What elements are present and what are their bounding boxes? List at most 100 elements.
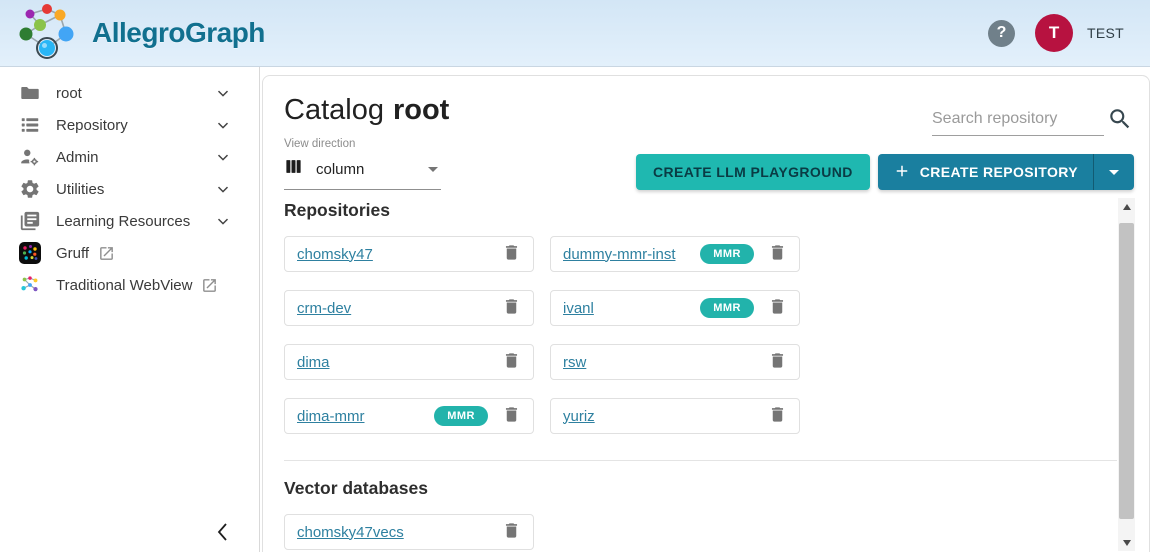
repository-link[interactable]: chomsky47vecs bbox=[297, 524, 404, 541]
repository-link[interactable]: dima-mmr bbox=[297, 408, 365, 425]
sidebar-item-root[interactable]: root bbox=[0, 77, 259, 109]
create-repository-dropdown[interactable] bbox=[1094, 154, 1134, 190]
repository-link[interactable]: rsw bbox=[563, 354, 586, 371]
section-divider bbox=[284, 460, 1117, 461]
section-heading: Repositories bbox=[284, 200, 390, 220]
repository-link[interactable]: dima bbox=[297, 354, 330, 371]
delete-repository-button[interactable] bbox=[502, 243, 521, 265]
repository-card: dima bbox=[284, 344, 534, 380]
main-area: Catalogroot View direction bbox=[260, 67, 1150, 552]
folder-icon bbox=[18, 81, 42, 105]
plus-icon bbox=[893, 162, 911, 183]
repository-grid: chomsky47vecs bbox=[284, 514, 1117, 550]
search-icon[interactable] bbox=[1107, 106, 1133, 137]
delete-repository-button[interactable] bbox=[502, 297, 521, 319]
sidebar-item-learning-resources[interactable]: Learning Resources bbox=[0, 205, 259, 237]
sidebar-item-label: Learning Resources bbox=[56, 212, 191, 230]
scroll-down-button[interactable] bbox=[1118, 534, 1135, 551]
repository-card: dima-mmr MMR bbox=[284, 398, 534, 434]
sidebar-item-label: Repository bbox=[56, 116, 128, 134]
sidebar-menu: root Repository Admin Utilities Learning Res… bbox=[0, 77, 259, 301]
repository-card: crm-dev bbox=[284, 290, 534, 326]
allegrograph-logo-icon bbox=[12, 2, 84, 65]
repository-icon bbox=[18, 113, 42, 137]
search-input[interactable] bbox=[932, 108, 1104, 136]
scroll-up-button[interactable] bbox=[1118, 198, 1135, 215]
sidebar-link-label: Gruff bbox=[56, 244, 90, 262]
repository-card: dummy-mmr-inst MMR bbox=[550, 236, 800, 272]
gear-icon bbox=[18, 177, 42, 201]
delete-icon bbox=[768, 351, 787, 373]
collapse-sidebar-button[interactable] bbox=[212, 519, 234, 550]
repository-link[interactable]: chomsky47 bbox=[297, 246, 373, 263]
scrollbar[interactable] bbox=[1118, 198, 1135, 551]
delete-repository-button[interactable] bbox=[768, 243, 787, 265]
chevron-down-icon bbox=[214, 212, 232, 230]
mmr-badge: MMR bbox=[700, 298, 754, 318]
delete-icon bbox=[502, 297, 521, 319]
chevron-down-icon bbox=[214, 116, 232, 134]
create-llm-playground-button[interactable]: CREATE LLM PLAYGROUND bbox=[636, 154, 870, 190]
repository-link[interactable]: crm-dev bbox=[297, 300, 351, 317]
delete-repository-button[interactable] bbox=[502, 521, 521, 543]
sidebar-item-label: Admin bbox=[56, 148, 99, 166]
sidebar-link-traditional-webview[interactable]: Traditional WebView bbox=[0, 269, 259, 301]
library-icon bbox=[18, 209, 42, 233]
sections: Repositories chomsky47 crm-dev dima dima-mmr… bbox=[263, 198, 1149, 552]
mmr-badge: MMR bbox=[700, 244, 754, 264]
catalog-name: root bbox=[392, 94, 450, 126]
delete-repository-button[interactable] bbox=[502, 405, 521, 427]
app-header: AllegroGraph ? T TEST bbox=[0, 0, 1150, 67]
repository-link[interactable]: ivanl bbox=[563, 300, 594, 317]
chevron-down-icon bbox=[214, 84, 232, 102]
sidebar-link-label: Traditional WebView bbox=[56, 276, 193, 294]
repository-grid: chomsky47 crm-dev dima dima-mmr MMR dummy-mmr… bbox=[284, 236, 1117, 434]
create-repository-button[interactable]: CREATE REPOSITORY bbox=[877, 154, 1134, 190]
sidebar-item-label: Utilities bbox=[56, 180, 105, 198]
sidebar-item-admin[interactable]: Admin bbox=[0, 141, 259, 173]
sidebar-item-utilities[interactable]: Utilities bbox=[0, 173, 259, 205]
section-heading: Vector databases bbox=[284, 478, 428, 498]
view-direction-value: column bbox=[316, 160, 365, 178]
delete-icon bbox=[768, 405, 787, 427]
delete-icon bbox=[768, 243, 787, 265]
repository-card: ivanl MMR bbox=[550, 290, 800, 326]
delete-repository-button[interactable] bbox=[502, 351, 521, 373]
dropdown-caret-icon bbox=[1109, 169, 1119, 175]
username-label: TEST bbox=[1087, 25, 1124, 41]
view-direction-select[interactable]: column bbox=[284, 157, 441, 190]
sidebar-item-label: root bbox=[56, 84, 82, 102]
catalog-panel: Catalogroot View direction bbox=[262, 75, 1150, 552]
scrollbar-thumb[interactable] bbox=[1119, 223, 1134, 519]
repository-link[interactable]: dummy-mmr-inst bbox=[563, 246, 676, 263]
delete-repository-button[interactable] bbox=[768, 405, 787, 427]
repository-card: yuriz bbox=[550, 398, 800, 434]
sidebar: root Repository Admin Utilities Learning Res… bbox=[0, 67, 260, 552]
repository-link[interactable]: yuriz bbox=[563, 408, 595, 425]
delete-repository-button[interactable] bbox=[768, 297, 787, 319]
sidebar-link-gruff[interactable]: Gruff bbox=[0, 237, 259, 269]
repository-card: chomsky47vecs bbox=[284, 514, 534, 550]
repository-card: rsw bbox=[550, 344, 800, 380]
view-direction-label: View direction bbox=[284, 138, 356, 150]
dropdown-caret-icon bbox=[428, 166, 438, 172]
delete-icon bbox=[502, 405, 521, 427]
admin-icon bbox=[18, 145, 42, 169]
delete-icon bbox=[502, 351, 521, 373]
chevron-down-icon bbox=[214, 148, 232, 166]
column-view-icon bbox=[284, 157, 303, 181]
external-link-icon bbox=[98, 245, 115, 262]
delete-icon bbox=[502, 243, 521, 265]
avatar[interactable]: T bbox=[1035, 14, 1074, 52]
webview-icon bbox=[18, 273, 42, 297]
external-link-icon bbox=[201, 277, 218, 294]
delete-repository-button[interactable] bbox=[768, 351, 787, 373]
brand: AllegroGraph bbox=[12, 2, 265, 65]
mmr-badge: MMR bbox=[434, 406, 488, 426]
help-icon[interactable]: ? bbox=[988, 19, 1016, 47]
sidebar-item-repository[interactable]: Repository bbox=[0, 109, 259, 141]
gruff-icon bbox=[18, 241, 42, 265]
chevron-down-icon bbox=[214, 180, 232, 198]
delete-icon bbox=[502, 521, 521, 543]
delete-icon bbox=[768, 297, 787, 319]
